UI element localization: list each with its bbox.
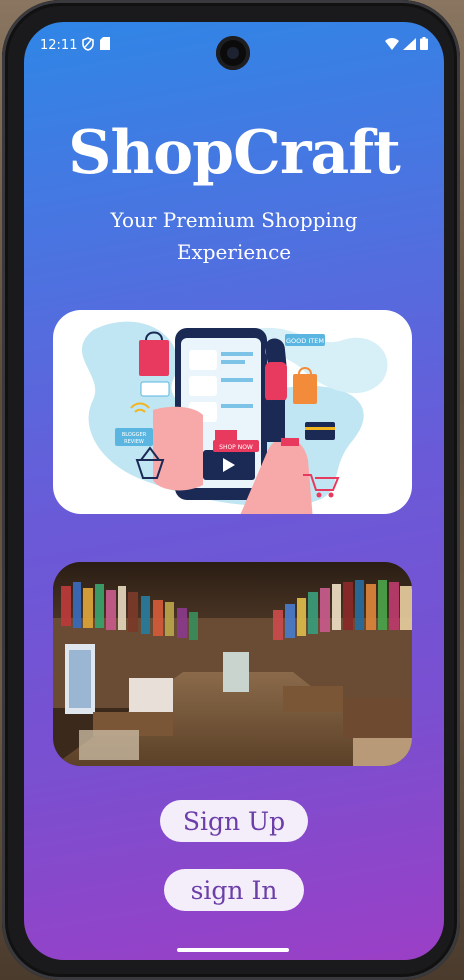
status-time: 12:11: [40, 38, 78, 53]
good-item-label: GOOD ITEM: [286, 337, 324, 345]
market-stall-photo: [53, 562, 412, 766]
front-camera: [216, 36, 250, 70]
svg-text:REVIEW: REVIEW: [124, 439, 144, 445]
shopping-illustration-card: SHOP NOW GOOD ITEM BLOGGER REVIEW: [53, 310, 412, 514]
app-screen: 12:11 ShopCraft Your Premium Shopping Ex…: [24, 22, 444, 960]
mobile-shopping-illustration: SHOP NOW GOOD ITEM BLOGGER REVIEW: [81, 321, 388, 514]
data-saver-icon: [82, 37, 94, 51]
shop-now-label: SHOP NOW: [219, 444, 253, 451]
phone-frame: 12:11 ShopCraft Your Premium Shopping Ex…: [2, 0, 460, 980]
home-indicator[interactable]: [177, 948, 289, 952]
wifi-icon: [385, 37, 399, 50]
battery-icon: [420, 37, 428, 50]
signal-icon: [403, 37, 416, 50]
app-subtitle: Your Premium Shopping Experience: [110, 208, 358, 264]
blogger-review-label: BLOGGER: [122, 432, 147, 438]
sd-card-icon: [100, 37, 110, 50]
market-photo-card: [53, 562, 412, 766]
sign-up-button[interactable]: Sign Up: [160, 800, 308, 842]
sign-in-button[interactable]: sign In: [164, 869, 304, 911]
app-title: ShopCraft: [68, 118, 401, 188]
